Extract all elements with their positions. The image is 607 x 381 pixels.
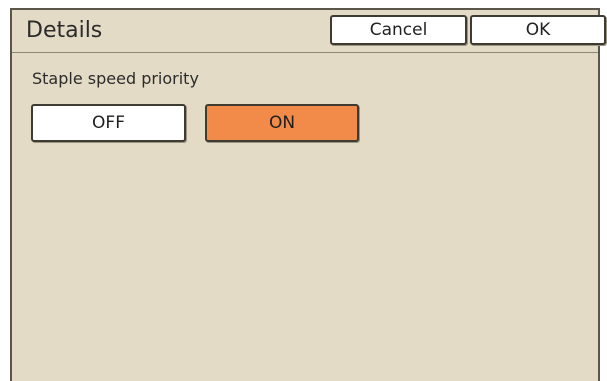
header-bar: Details Cancel OK bbox=[12, 10, 606, 53]
page-title: Details bbox=[26, 18, 103, 43]
off-button[interactable]: OFF bbox=[31, 104, 186, 142]
cancel-button[interactable]: Cancel bbox=[330, 15, 467, 45]
on-button[interactable]: ON bbox=[205, 104, 359, 142]
staple-speed-priority-label: Staple speed priority bbox=[32, 69, 199, 88]
details-panel: Details Cancel OK Staple speed priority … bbox=[10, 8, 606, 381]
ok-button[interactable]: OK bbox=[470, 15, 606, 45]
